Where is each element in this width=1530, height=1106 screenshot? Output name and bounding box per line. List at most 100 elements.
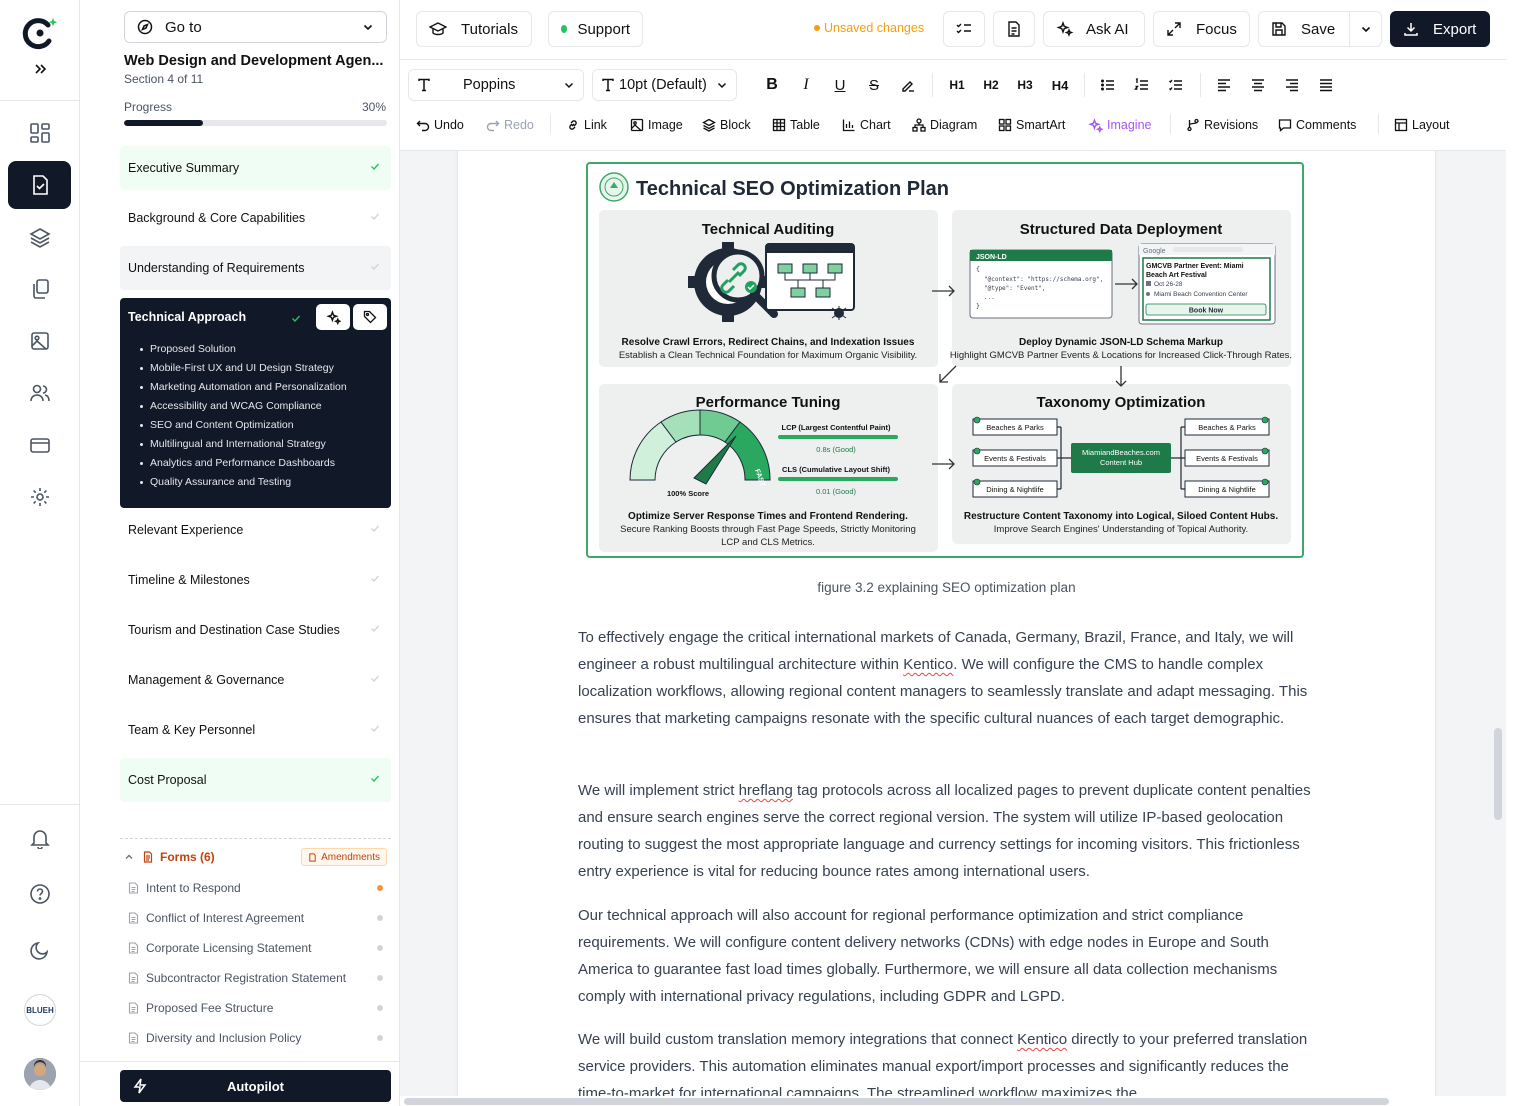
seo-plan-figure[interactable]: Technical SEO Optimization Plan Technica…: [586, 162, 1304, 558]
autopilot-button[interactable]: Autopilot: [120, 1070, 391, 1102]
checklist-button[interactable]: [943, 11, 985, 47]
layers-icon[interactable]: [8, 213, 71, 261]
tutorials-button[interactable]: Tutorials: [416, 11, 532, 47]
form-label: Diversity and Inclusion Policy: [146, 1031, 302, 1045]
revisions-button[interactable]: Revisions: [1186, 116, 1258, 134]
bullet-list-button[interactable]: [1098, 75, 1118, 95]
goto-dropdown[interactable]: Go to: [124, 11, 387, 43]
layout-button[interactable]: Layout: [1394, 116, 1450, 134]
horizontal-scrollbar[interactable]: [404, 1098, 1389, 1105]
subsection-item[interactable]: Mobile-First UX and UI Design Strategy: [140, 361, 347, 380]
heading-4-button[interactable]: H4: [1048, 75, 1072, 95]
subsection-item[interactable]: Accessibility and WCAG Compliance: [140, 399, 347, 418]
font-size-select[interactable]: 10pt (Default): [592, 69, 737, 101]
paragraph-4[interactable]: We will build custom translation memory …: [578, 1026, 1318, 1096]
document-page[interactable]: Technical SEO Optimization Plan Technica…: [458, 151, 1435, 1096]
form-item[interactable]: Subcontractor Registration Statement: [128, 968, 387, 988]
form-item[interactable]: Intent to Respond: [128, 878, 387, 898]
focus-button[interactable]: Focus: [1153, 11, 1250, 47]
help-icon[interactable]: [8, 870, 71, 918]
subsection-item[interactable]: Marketing Automation and Personalization: [140, 380, 347, 399]
subsection-item[interactable]: Proposed Solution: [140, 342, 347, 361]
smartart-button[interactable]: SmartArt: [998, 116, 1065, 134]
sidebar-section-item[interactable]: Timeline & Milestones: [120, 558, 391, 602]
tag-button[interactable]: [353, 304, 387, 330]
ai-sparkle-button[interactable]: [316, 304, 350, 330]
sidebar-section-item[interactable]: Executive Summary: [120, 146, 391, 190]
spellcheck-word[interactable]: Kentico: [903, 656, 953, 673]
bold-button[interactable]: B: [762, 75, 782, 95]
align-center-button[interactable]: [1248, 75, 1268, 95]
checklist-format-button[interactable]: [1166, 75, 1186, 95]
subsection-item[interactable]: SEO and Content Optimization: [140, 418, 347, 437]
italic-button[interactable]: I: [796, 75, 816, 95]
align-justify-button[interactable]: [1316, 75, 1336, 95]
ask-ai-button[interactable]: Ask AI: [1043, 11, 1145, 47]
font-family-select[interactable]: Poppins: [408, 69, 584, 101]
subsection-item[interactable]: Multilingual and International Strategy: [140, 437, 347, 456]
amendments-badge[interactable]: Amendments: [301, 848, 387, 866]
table-button[interactable]: Table: [772, 116, 820, 134]
expand-chevron-icon[interactable]: [33, 62, 47, 76]
spellcheck-word[interactable]: Kentico: [1017, 1031, 1067, 1048]
heading-1-button[interactable]: H1: [946, 75, 968, 95]
redo-button[interactable]: Redo: [486, 116, 534, 134]
sidebar-section-item[interactable]: Tourism and Destination Case Studies: [120, 608, 391, 652]
block-label: Block: [720, 118, 751, 132]
spellcheck-word[interactable]: hreflang: [739, 782, 793, 799]
support-button[interactable]: Support: [548, 11, 643, 47]
export-button[interactable]: Export: [1390, 11, 1490, 47]
imagine-button[interactable]: Imagine: [1088, 116, 1151, 134]
sidebar-section-item[interactable]: Management & Governance: [120, 658, 391, 702]
sidebar-section-active[interactable]: Technical Approach Proposed Solution Mobil…: [120, 298, 391, 508]
form-item[interactable]: Corporate Licensing Statement: [128, 938, 387, 958]
form-item[interactable]: Conflict of Interest Agreement: [128, 908, 387, 928]
subsection-item[interactable]: Quality Assurance and Testing: [140, 475, 347, 494]
paragraph-1[interactable]: To effectively engage the critical inter…: [578, 624, 1318, 732]
form-item[interactable]: Diversity and Inclusion Policy: [128, 1028, 387, 1048]
dashboard-icon[interactable]: [8, 109, 71, 157]
paragraph-3[interactable]: Our technical approach will also account…: [578, 902, 1318, 1010]
diagram-button[interactable]: Diagram: [912, 116, 977, 134]
heading-2-button[interactable]: H2: [980, 75, 1002, 95]
comments-button[interactable]: Comments: [1278, 116, 1356, 134]
notifications-bell-icon[interactable]: [8, 814, 71, 862]
vertical-scrollbar[interactable]: [1494, 728, 1502, 820]
users-icon[interactable]: [8, 369, 71, 417]
sidebar-section-item[interactable]: Cost Proposal: [120, 758, 391, 802]
document-check-icon[interactable]: [8, 161, 71, 209]
dark-mode-moon-icon[interactable]: [8, 926, 71, 974]
save-button[interactable]: Save: [1301, 21, 1335, 38]
underline-button[interactable]: U: [830, 75, 850, 95]
paragraph-2[interactable]: We will implement strict hreflang tag pr…: [578, 777, 1318, 885]
document-preview-button[interactable]: [993, 11, 1035, 47]
block-button[interactable]: Block: [702, 116, 751, 134]
credit-card-icon[interactable]: [8, 421, 71, 469]
sidebar-section-item[interactable]: Background & Core Capabilities: [120, 196, 391, 240]
forms-header[interactable]: Forms (6) Amendments: [124, 848, 387, 866]
align-right-button[interactable]: [1282, 75, 1302, 95]
undo-button[interactable]: Undo: [416, 116, 464, 134]
app-logo-icon[interactable]: [22, 16, 58, 50]
image-icon[interactable]: [8, 317, 71, 365]
progress-fill: [124, 120, 203, 126]
user-avatar[interactable]: [24, 1058, 56, 1090]
sidebar-section-item[interactable]: Relevant Experience: [120, 508, 391, 552]
save-options-dropdown[interactable]: [1349, 12, 1381, 46]
org-avatar[interactable]: BLUEH: [24, 994, 56, 1026]
heading-3-button[interactable]: H3: [1014, 75, 1036, 95]
sidebar-section-item[interactable]: Team & Key Personnel: [120, 708, 391, 752]
chart-button[interactable]: Chart: [842, 116, 891, 134]
highlight-button[interactable]: [898, 75, 918, 95]
align-right-icon: [1286, 79, 1298, 92]
numbered-list-button[interactable]: [1132, 75, 1152, 95]
copy-icon[interactable]: [8, 265, 71, 313]
image-button[interactable]: Image: [630, 116, 683, 134]
align-left-button[interactable]: [1214, 75, 1234, 95]
form-item[interactable]: Proposed Fee Structure: [128, 998, 387, 1018]
settings-gear-icon[interactable]: [8, 473, 71, 521]
link-button[interactable]: Link: [566, 116, 607, 134]
subsection-item[interactable]: Analytics and Performance Dashboards: [140, 456, 347, 475]
strikethrough-button[interactable]: S: [864, 75, 884, 95]
sidebar-section-item[interactable]: Understanding of Requirements: [120, 246, 391, 290]
